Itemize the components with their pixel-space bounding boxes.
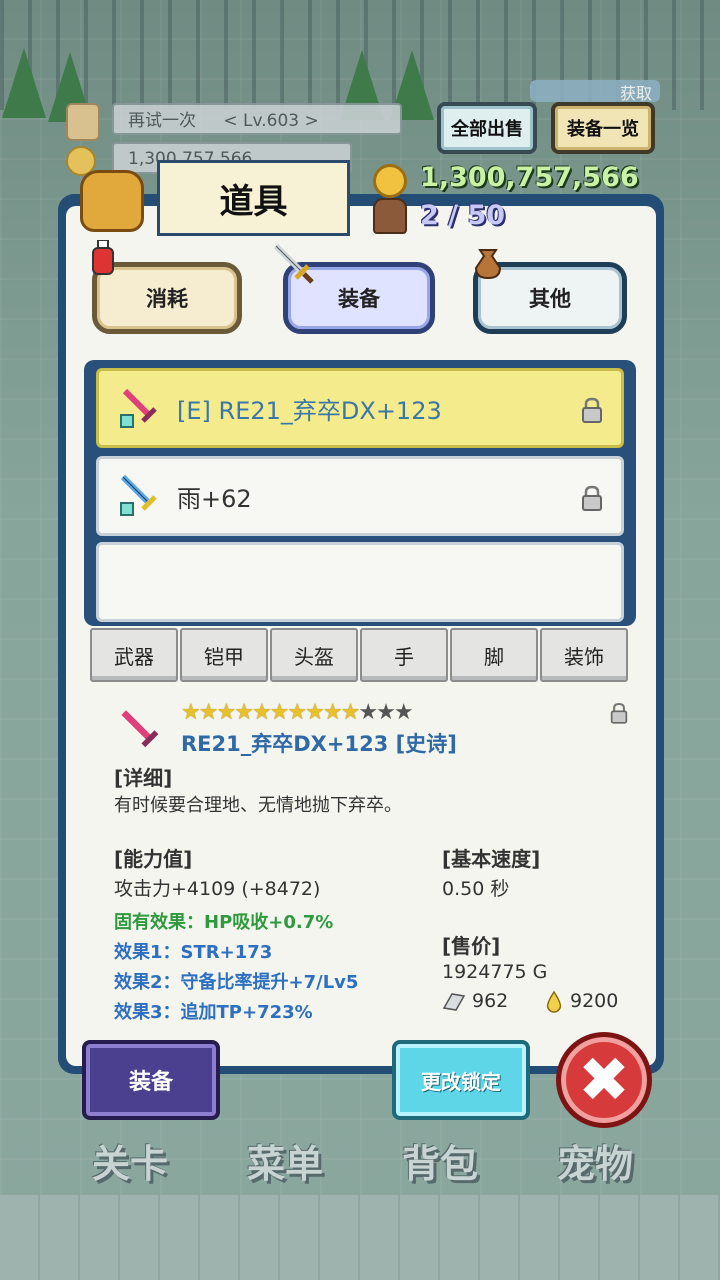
star-empty-icon: ★ — [376, 700, 396, 725]
slot-tab-accessory[interactable]: 装饰 — [540, 628, 628, 682]
detail-item-name: RE21_弃卒DX+123 [史诗] — [181, 732, 457, 756]
slot-tab-foot[interactable]: 脚 — [450, 628, 538, 682]
ore-icon — [442, 993, 466, 1011]
gain-button[interactable]: 获取 — [530, 80, 660, 103]
star-filled-icon: ★ — [287, 700, 307, 725]
item-name: 雨+62 — [177, 484, 252, 513]
stats-heading: [能力值] — [114, 847, 193, 871]
ore-value: 962 — [472, 990, 509, 1012]
star-filled-icon: ★ — [216, 700, 236, 725]
equipment-list-button[interactable]: 装备一览 — [551, 102, 655, 154]
slot-tab-hand[interactable]: 手 — [360, 628, 448, 682]
speed-heading: [基本速度] — [442, 847, 541, 871]
detail-lock-icon — [610, 702, 628, 724]
drop-value: 9200 — [570, 990, 619, 1012]
star-filled-icon: ★ — [305, 700, 325, 725]
effect-1: 效果1：STR+173 — [114, 942, 273, 963]
star-empty-icon: ★ — [393, 700, 414, 725]
list-item[interactable]: 雨+62 — [96, 456, 624, 536]
price-heading: [售价] — [442, 934, 501, 958]
inventory-capacity: 2 / 50 — [420, 200, 506, 231]
background-tree — [2, 48, 46, 118]
price-value: 1924775 G — [442, 961, 548, 983]
speed-value: 0.50 秒 — [442, 878, 510, 900]
detail-description: 有时候要合理地、无情地抛下弃卒。 — [114, 795, 402, 816]
sell-all-button[interactable]: 全部出售 — [437, 102, 537, 154]
detail-heading: [详细] — [114, 766, 173, 790]
backpack-icon — [373, 198, 407, 234]
tab-consumables-label: 消耗 — [146, 287, 188, 311]
nav-stage[interactable]: 关卡 — [55, 1125, 205, 1195]
nav-pet[interactable]: 宠物 — [520, 1125, 670, 1195]
gold-amount: 1,300,757,566 — [420, 162, 639, 193]
slot-tab-weapon[interactable]: 武器 — [90, 628, 178, 682]
star-filled-icon: ★ — [340, 700, 361, 725]
tab-other-label: 其他 — [529, 287, 571, 311]
star-filled-icon: ★ — [251, 700, 272, 725]
player-avatar-icon — [66, 103, 100, 141]
list-item-empty[interactable] — [96, 542, 624, 622]
close-button[interactable]: ✖ — [556, 1032, 652, 1128]
change-lock-button[interactable]: 更改锁定 — [392, 1040, 530, 1120]
star-filled-icon: ★ — [198, 700, 219, 725]
tab-equipment-label: 装备 — [338, 287, 380, 311]
blue-sword-icon — [120, 474, 157, 516]
star-filled-icon: ★ — [269, 700, 290, 725]
attack-stat: 攻击力+4109 (+8472) — [114, 878, 321, 900]
close-icon: ✖ — [578, 1043, 630, 1116]
item-name: [E] RE21_弃卒DX+123 — [177, 396, 442, 425]
nav-menu[interactable]: 菜单 — [210, 1125, 360, 1195]
effect-2: 效果2：守备比率提升+7/Lv5 — [114, 972, 359, 993]
retry-label: 再试一次 — [128, 111, 196, 131]
level-label: < Lv.603 > — [223, 111, 319, 131]
star-filled-icon: ★ — [234, 700, 254, 725]
pouch-icon — [474, 249, 502, 280]
slot-tab-helmet[interactable]: 头盔 — [270, 628, 358, 682]
star-empty-icon: ★ — [358, 700, 378, 725]
potion-icon — [92, 240, 114, 275]
detail-item-icon — [121, 710, 159, 748]
effect-3: 效果3：追加TP+723% — [114, 1002, 313, 1023]
rarity-stars: ★★★★★★★★★★★★★ — [181, 700, 414, 725]
drop-icon — [546, 990, 562, 1013]
bag-icon — [80, 170, 144, 232]
lock-icon — [582, 397, 602, 423]
gold-coin-icon — [373, 164, 407, 198]
background-floor — [0, 1195, 720, 1280]
list-item-selected[interactable]: [E] RE21_弃卒DX+123 — [96, 368, 624, 448]
retry-bar[interactable]: 再试一次 < Lv.603 > — [112, 103, 402, 135]
slot-tab-armor[interactable]: 铠甲 — [180, 628, 268, 682]
red-sword-icon — [120, 388, 157, 428]
lock-icon — [582, 485, 602, 511]
star-filled-icon: ★ — [322, 700, 343, 725]
sword-icon — [273, 243, 314, 284]
inherent-effect: 固有效果：HP吸收+0.7% — [114, 912, 334, 933]
panel-title: 道具 — [157, 160, 350, 236]
nav-backpack[interactable]: 背包 — [365, 1125, 515, 1195]
star-filled-icon: ★ — [181, 700, 201, 725]
equip-button[interactable]: 装备 — [82, 1040, 220, 1120]
